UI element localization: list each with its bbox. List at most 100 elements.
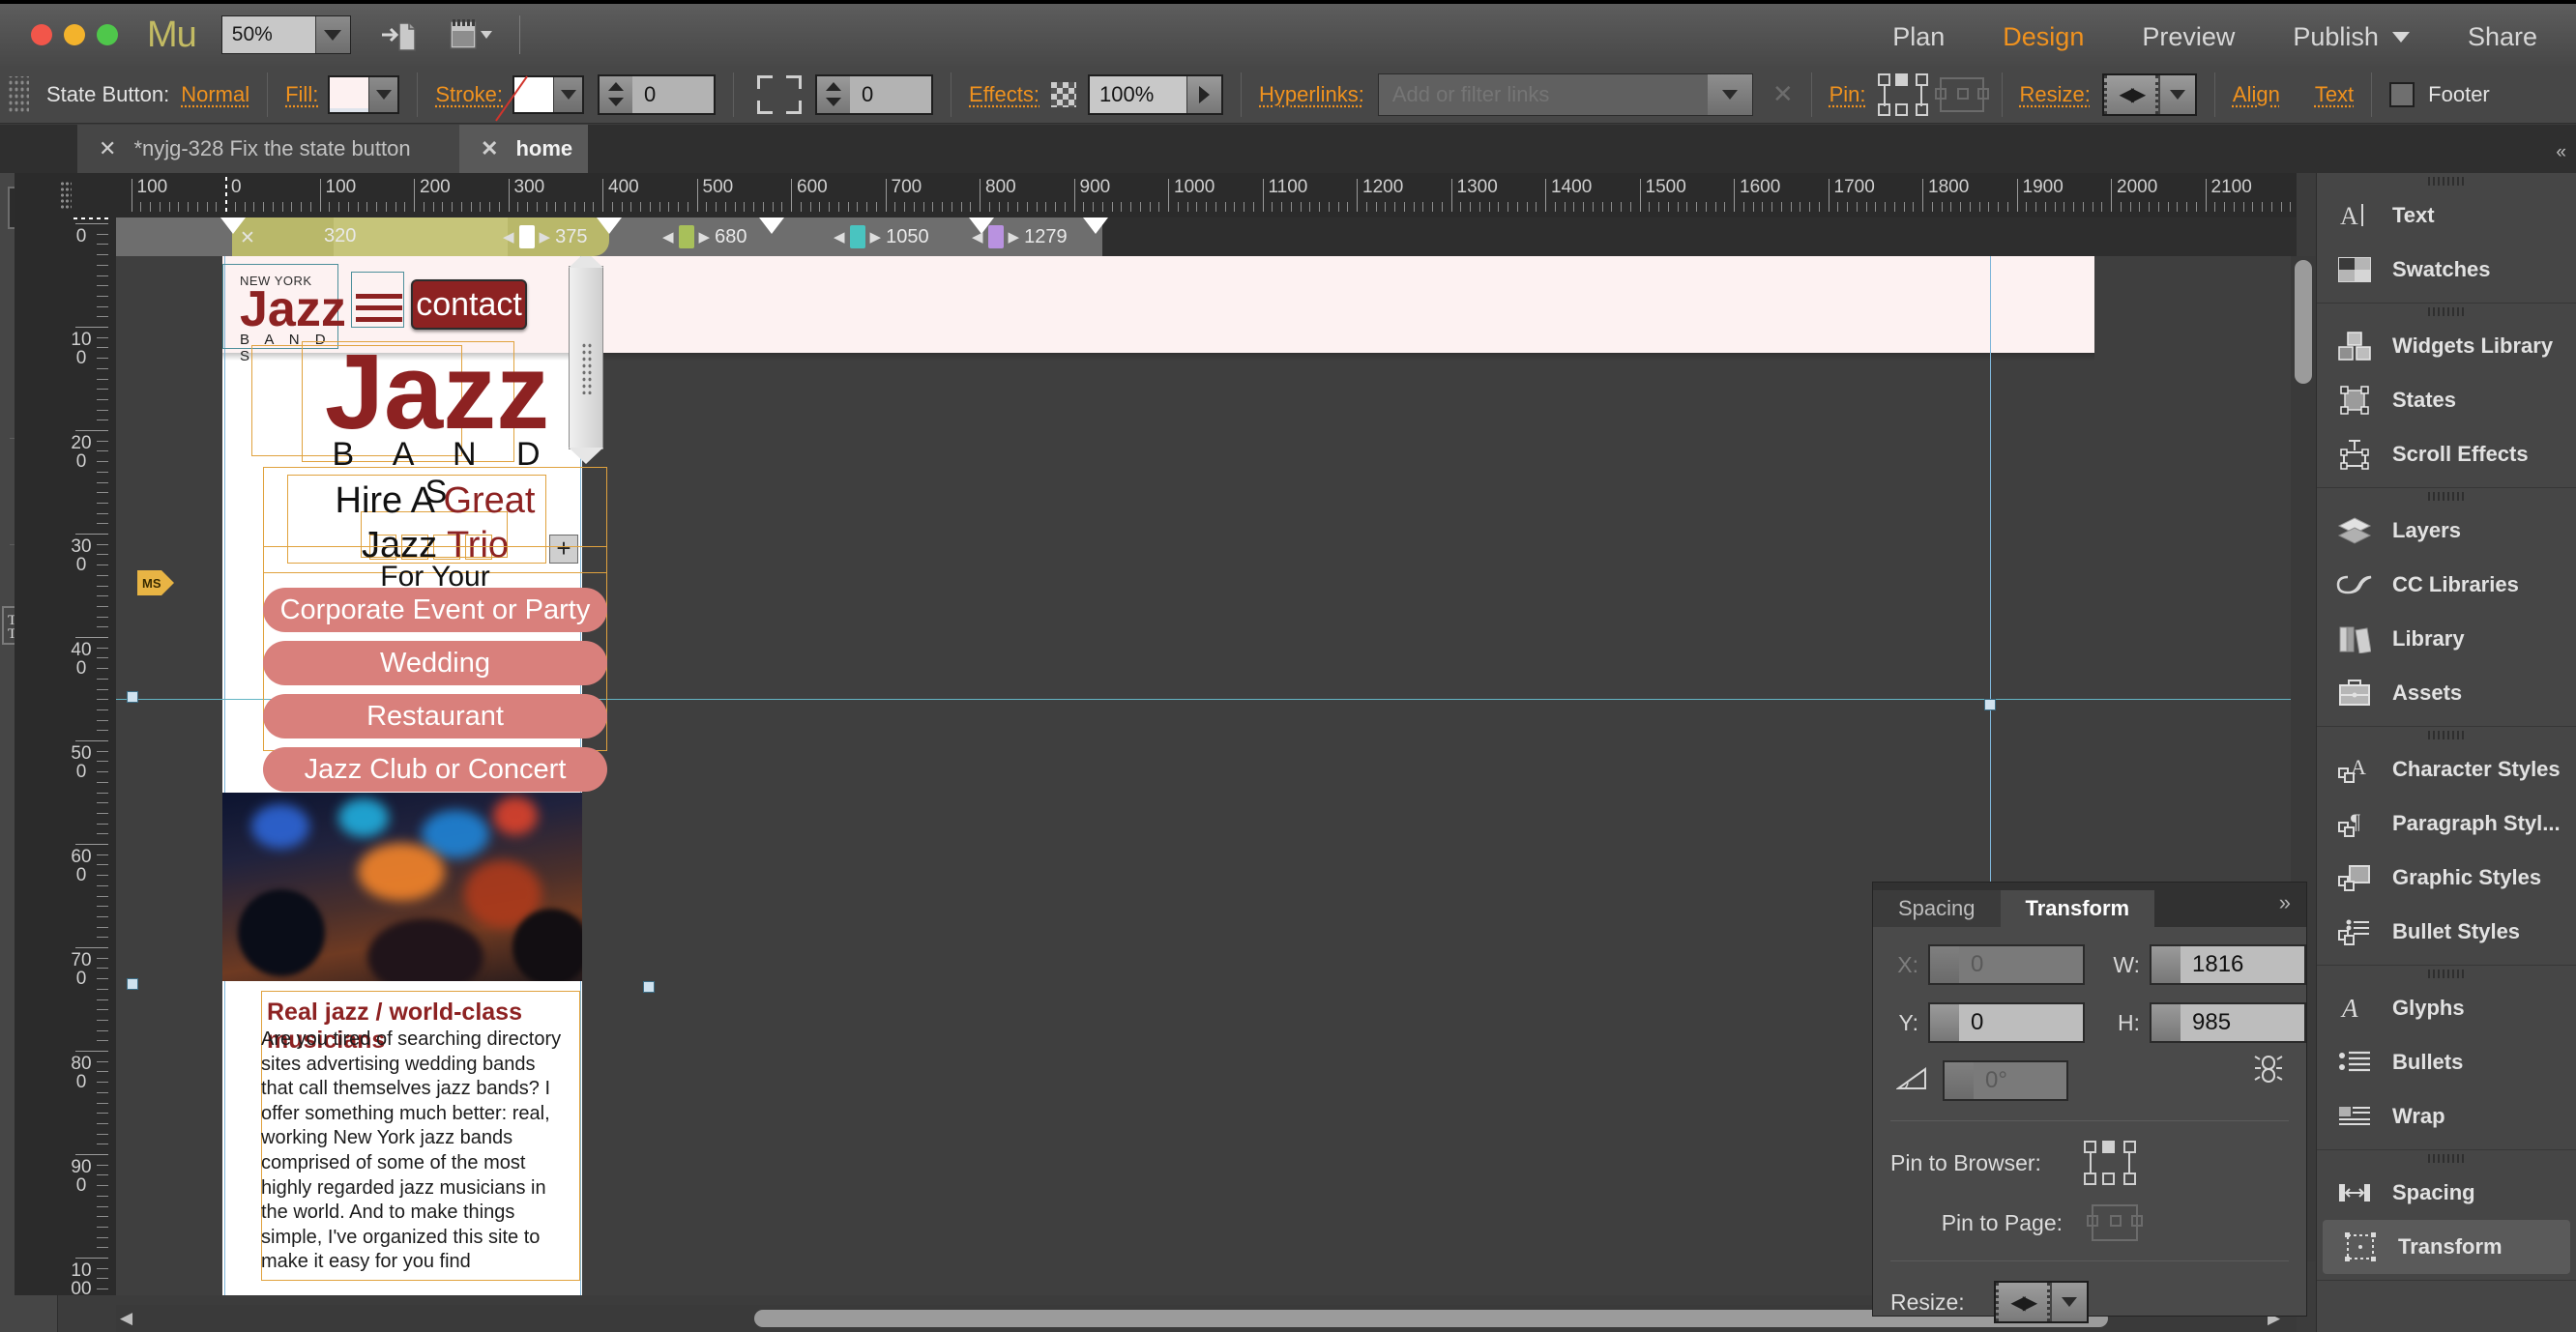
hamburger-icon[interactable] bbox=[353, 287, 405, 333]
x-field[interactable]: 0 bbox=[1928, 944, 2085, 985]
zoom-level-value[interactable]: 50% bbox=[221, 16, 315, 53]
panel-item-scroll-effects[interactable]: Scroll Effects bbox=[2317, 427, 2576, 481]
hyperlinks-control[interactable] bbox=[1377, 72, 1753, 116]
hyperlinks-label[interactable]: Hyperlinks: bbox=[1259, 82, 1364, 107]
corner-radius-stepper[interactable]: 0 bbox=[815, 73, 934, 115]
menu-item-plan[interactable]: Plan bbox=[1892, 22, 1945, 52]
maximize-window-button[interactable] bbox=[97, 24, 118, 45]
master-page-tag[interactable]: MS bbox=[137, 570, 173, 595]
panel-menu-icon[interactable]: » bbox=[2279, 890, 2291, 915]
stroke-label[interactable]: Stroke: bbox=[435, 82, 503, 107]
handle-grip[interactable] bbox=[581, 342, 593, 394]
stroke-weight-spinner[interactable] bbox=[600, 75, 633, 113]
scrollbar-thumb[interactable] bbox=[2295, 260, 2312, 384]
panel-item-spacing[interactable]: Spacing bbox=[2317, 1166, 2576, 1220]
cta-button-restaurant[interactable]: Restaurant bbox=[263, 694, 607, 738]
fill-dropdown-arrow[interactable] bbox=[368, 76, 398, 112]
panel-group-handle[interactable] bbox=[2317, 966, 2576, 981]
menu-item-design[interactable]: Design bbox=[2003, 22, 2084, 52]
text-button[interactable]: Text bbox=[2315, 82, 2354, 107]
fill-swatch-control[interactable] bbox=[328, 74, 400, 114]
resize-mode-control[interactable]: ◀▶ bbox=[1993, 1281, 2089, 1323]
opacity-value[interactable]: 100% bbox=[1090, 75, 1186, 113]
breakpoint-marker[interactable] bbox=[759, 217, 784, 234]
cta-button-wedding[interactable]: Wedding bbox=[263, 641, 607, 685]
panel-group-handle[interactable] bbox=[2317, 173, 2576, 188]
tab-home[interactable]: ✕ home bbox=[459, 125, 588, 173]
horizontal-ruler[interactable]: 100 0 100 200 300 400 500 600 700 800 900 1000 1100 1… bbox=[116, 173, 2297, 217]
resize-dropdown-arrow[interactable] bbox=[2049, 1283, 2087, 1321]
hero-photo[interactable] bbox=[222, 793, 582, 981]
panel-item-layers[interactable]: Layers bbox=[2317, 504, 2576, 558]
close-icon[interactable]: ✕ bbox=[481, 136, 498, 161]
tab-nyjg-328[interactable]: ✕ *nyjg-328 Fix the state button bbox=[77, 125, 459, 173]
contact-button[interactable]: contact bbox=[411, 279, 527, 330]
panel-group-handle[interactable] bbox=[2317, 1150, 2576, 1166]
selection-handle-left[interactable] bbox=[127, 691, 138, 703]
pin-to-page-icon[interactable] bbox=[1934, 76, 1989, 112]
breakpoint-chip-320[interactable]: 320 bbox=[324, 225, 356, 247]
pin-to-page-grid[interactable] bbox=[2087, 1204, 2143, 1241]
resize-dropdown-arrow[interactable] bbox=[2157, 74, 2195, 114]
footer-checkbox[interactable] bbox=[2389, 81, 2415, 107]
panel-item-widgets-library[interactable]: Widgets Library bbox=[2317, 319, 2576, 373]
panel-item-text[interactable]: A Text bbox=[2317, 188, 2576, 243]
resize-control[interactable]: ◀▶ bbox=[2101, 72, 2197, 116]
breakpoint-chip-1050[interactable]: ◀ ▶ 1050 bbox=[834, 225, 929, 248]
y-spinner[interactable] bbox=[1930, 1004, 1959, 1041]
hyperlinks-input[interactable] bbox=[1378, 73, 1708, 115]
vertical-ruler[interactable]: 0 100 200 300 400 500 600 700 800 900 1000 bbox=[15, 217, 116, 1295]
breakpoint-chip-375[interactable]: ◀ ▶ 375 bbox=[503, 225, 587, 248]
close-icon[interactable]: ✕ bbox=[99, 136, 116, 161]
panel-item-paragraph-styles[interactable]: ¶ Paragraph Styl... bbox=[2317, 796, 2576, 851]
panel-item-library[interactable]: Library bbox=[2317, 612, 2576, 666]
corner-radius-value[interactable]: 0 bbox=[850, 75, 932, 113]
pin-label[interactable]: Pin: bbox=[1830, 82, 1866, 107]
x-spinner[interactable] bbox=[1930, 946, 1959, 983]
panel-item-swatches[interactable]: Swatches bbox=[2317, 243, 2576, 297]
effects-label[interactable]: Effects: bbox=[969, 82, 1039, 107]
panel-item-glyphs[interactable]: A Glyphs bbox=[2317, 981, 2576, 1035]
panel-item-bullet-styles[interactable]: Bullet Styles bbox=[2317, 905, 2576, 959]
control-bar-grip[interactable] bbox=[8, 75, 29, 113]
selection-handle-mid[interactable] bbox=[643, 981, 655, 993]
align-button[interactable]: Align bbox=[2233, 82, 2280, 107]
scroll-effect-handle[interactable] bbox=[569, 256, 603, 464]
export-page-icon[interactable] bbox=[376, 14, 423, 56]
ruler-grip[interactable] bbox=[59, 181, 72, 210]
transform-panel[interactable]: Spacing Transform » X: 0 W: 1816 Y: 0 H:… bbox=[1872, 882, 2307, 1323]
preview-device-icon[interactable] bbox=[448, 14, 494, 56]
panel-item-transform[interactable]: Transform bbox=[2323, 1220, 2570, 1274]
close-window-button[interactable] bbox=[31, 24, 52, 45]
breakpoint-marker[interactable] bbox=[1083, 217, 1108, 234]
panel-group-handle[interactable] bbox=[2317, 727, 2576, 742]
selection-handle-right[interactable] bbox=[1984, 699, 1996, 710]
page-guide-left[interactable] bbox=[224, 256, 225, 1295]
cta-button-corporate[interactable]: Corporate Event or Party bbox=[263, 588, 607, 632]
resize-label[interactable]: Resize: bbox=[2020, 82, 2091, 107]
panel-item-wrap[interactable]: Wrap bbox=[2317, 1089, 2576, 1144]
x-value[interactable]: 0 bbox=[1959, 946, 2083, 983]
tab-spacing[interactable]: Spacing bbox=[1873, 890, 2001, 927]
scroll-left-arrow[interactable]: ◀ bbox=[120, 1309, 132, 1328]
resize-mode-icon[interactable]: ◀▶ bbox=[1995, 1283, 2050, 1321]
panel-item-cc-libraries[interactable]: CC Libraries bbox=[2317, 558, 2576, 612]
menu-item-preview[interactable]: Preview bbox=[2142, 22, 2235, 52]
tab-transform[interactable]: Transform bbox=[2000, 890, 2155, 927]
corner-radius-spinner[interactable] bbox=[817, 75, 851, 113]
breakpoint-bar[interactable]: ✕ 320 ◀ ▶ 375 ◀ ▶ 680 ◀ ▶ 1050 ◀ ▶ 1279 bbox=[116, 217, 2297, 256]
panel-group-handle[interactable] bbox=[2317, 488, 2576, 504]
minimize-window-button[interactable] bbox=[64, 24, 85, 45]
opacity-control[interactable]: 100% bbox=[1088, 73, 1223, 115]
menu-item-publish[interactable]: Publish bbox=[2293, 22, 2410, 52]
pin-to-browser-grid[interactable] bbox=[2084, 1141, 2136, 1185]
constrain-proportions-icon[interactable] bbox=[2252, 1049, 2285, 1091]
zoom-dropdown-arrow[interactable] bbox=[314, 16, 350, 53]
h-field[interactable]: 985 bbox=[2150, 1002, 2306, 1043]
stroke-swatch-control[interactable] bbox=[512, 74, 585, 114]
breakpoint-chip-1279[interactable]: ◀ ▶ 1279 bbox=[972, 225, 1068, 248]
ruler-corner[interactable] bbox=[15, 173, 116, 217]
opacity-flyout-arrow[interactable] bbox=[1186, 75, 1221, 113]
stroke-dropdown-arrow[interactable] bbox=[553, 76, 583, 112]
hyperlinks-dropdown-arrow[interactable] bbox=[1707, 73, 1752, 115]
